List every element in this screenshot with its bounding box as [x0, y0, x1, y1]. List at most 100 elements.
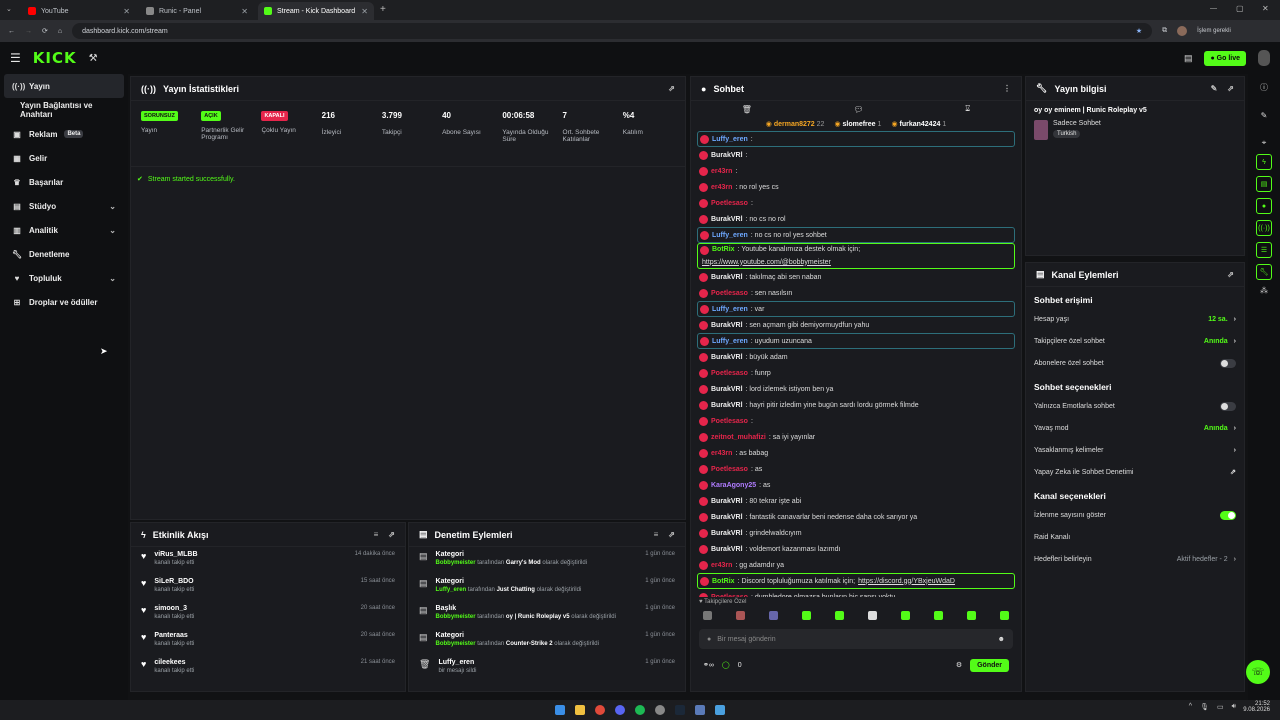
nav-item-reklam[interactable]: ▣ Reklam Beta: [0, 122, 128, 146]
chat-username[interactable]: er43rn: [711, 168, 732, 175]
emote-icon[interactable]: [736, 610, 745, 620]
forward-icon[interactable]: →: [25, 28, 32, 35]
reload-icon[interactable]: ⟳: [42, 27, 48, 35]
activity-user[interactable]: viRus_MLBB: [154, 551, 197, 558]
file-explorer-icon[interactable]: [575, 705, 585, 715]
setting-row[interactable]: Yapay Zeka ile Sohbet Denetimi ⇗: [1026, 461, 1244, 483]
steam-icon[interactable]: [675, 705, 685, 715]
gifter-chip[interactable]: ◉ furkan42424 1: [891, 120, 946, 128]
chat-username[interactable]: Luffy_eren: [712, 306, 748, 313]
chat-support-button[interactable]: ☏: [1246, 660, 1270, 684]
chat-username[interactable]: BurakVRl: [711, 216, 743, 223]
moderation-actor[interactable]: Luffy_eren: [436, 587, 467, 593]
link-icon[interactable]: ⚭∞: [703, 661, 714, 669]
setting-row[interactable]: Raid Kanalı: [1026, 526, 1244, 548]
toggle-switch[interactable]: [1220, 401, 1236, 411]
setting-row[interactable]: Takipçilere özel sohbet Anında ›: [1026, 330, 1244, 352]
crosshair-icon[interactable]: ⌖: [1248, 138, 1280, 148]
network-icon[interactable]: ▭: [1217, 703, 1224, 711]
emote-icon[interactable]: [1000, 610, 1009, 620]
chat-username[interactable]: zeitnot_muhafizi: [711, 434, 766, 441]
send-button[interactable]: Gönder: [970, 658, 1009, 672]
chat-username[interactable]: BotRix: [712, 578, 735, 585]
hourglass-icon[interactable]: ⌛︎: [965, 104, 970, 114]
emote-icon[interactable]: [934, 610, 943, 620]
filter-icon[interactable]: ≡: [654, 530, 659, 539]
setting-row[interactable]: Yalnızca Emotlarla sohbet: [1026, 395, 1244, 417]
bookmark-star-icon[interactable]: ★: [1136, 27, 1142, 35]
toggle-switch[interactable]: [1220, 358, 1236, 368]
broadcast-icon[interactable]: ((·)): [1256, 220, 1272, 236]
minimize-icon[interactable]: —: [1210, 5, 1217, 12]
moderation-actor[interactable]: Bobbymeister: [436, 614, 476, 620]
more-vertical-icon[interactable]: ⋮: [1003, 84, 1011, 93]
list-icon[interactable]: ☰: [1256, 242, 1272, 258]
chat-username[interactable]: BurakVRl: [711, 514, 743, 521]
close-icon[interactable]: ✕: [361, 7, 368, 16]
activity-user[interactable]: cileekees: [154, 659, 194, 666]
chevron-up-icon[interactable]: ^: [1189, 703, 1192, 711]
setting-row[interactable]: Yasaklanmış kelimeler ›: [1026, 439, 1244, 461]
chat-username[interactable]: BurakVRl: [711, 386, 743, 393]
chat-username[interactable]: Poetlesaso: [711, 370, 748, 377]
moderation-actor[interactable]: Bobbymeister: [436, 560, 476, 566]
close-icon[interactable]: ✕: [241, 7, 248, 16]
trash-icon[interactable]: 🗑︎: [742, 105, 752, 114]
filter-icon[interactable]: ≡: [374, 530, 379, 539]
chat-link[interactable]: https://www.youtube.com/@bobbymeister: [700, 259, 1012, 266]
emote-icon[interactable]: [769, 610, 778, 620]
nav-item-studyo[interactable]: ▤ Stüdyo ⌄: [0, 194, 128, 218]
emoji-icon[interactable]: ☻: [998, 636, 1005, 643]
chat-username[interactable]: BurakVRl: [711, 498, 743, 505]
new-tab-icon[interactable]: +: [380, 4, 386, 15]
home-icon[interactable]: ⌂: [58, 28, 62, 35]
chat-username[interactable]: Poetlesaso: [711, 200, 748, 207]
moderation-actor[interactable]: Bobbymeister: [436, 641, 476, 647]
activity-user[interactable]: SiLeR_BDO: [154, 578, 194, 585]
chat-username[interactable]: BurakVRl: [711, 402, 743, 409]
chat-link[interactable]: https://discord.gg/YBxjeuWdaD: [858, 578, 955, 585]
back-icon[interactable]: ←: [8, 28, 15, 35]
nav-item-yayin[interactable]: ((·)) Yayın: [4, 74, 124, 98]
chat-username[interactable]: BurakVRl: [711, 530, 743, 537]
chat-bubble-icon[interactable]: ●: [1256, 198, 1272, 214]
chat-username[interactable]: BurakVRl: [711, 152, 743, 159]
popout-icon[interactable]: ⇗: [668, 530, 675, 539]
popout-icon[interactable]: ⇗: [1227, 270, 1234, 279]
popout-icon[interactable]: ⇗: [668, 84, 675, 93]
spotify-icon[interactable]: [635, 705, 645, 715]
chat-username[interactable]: BurakVRl: [711, 322, 743, 329]
chat-username[interactable]: Luffy_eren: [712, 338, 748, 345]
edit-pencil-icon[interactable]: ✎: [1211, 84, 1218, 93]
chat-username[interactable]: BurakVRl: [711, 274, 743, 281]
clock[interactable]: 21:52 9.08.2026: [1243, 701, 1270, 713]
emote-icon[interactable]: [703, 610, 712, 620]
nav-item-droplar[interactable]: ⊞ Droplar ve ödüller: [0, 290, 128, 314]
chat-username[interactable]: KaraAgony25: [711, 482, 756, 489]
chat-username[interactable]: Poetlesaso: [711, 594, 748, 598]
chat-username[interactable]: er43rn: [711, 562, 732, 569]
avatar[interactable]: [1177, 26, 1188, 36]
extensions-icon[interactable]: ⧉: [1162, 27, 1167, 35]
chrome-icon[interactable]: [595, 705, 605, 715]
kick-logo[interactable]: KICK: [33, 49, 77, 67]
activity-user[interactable]: Panteraas: [154, 632, 194, 639]
url-field[interactable]: dashboard.kick.com/stream ★: [72, 23, 1153, 39]
window-close-icon[interactable]: ✕: [1262, 4, 1269, 13]
app-icon[interactable]: [715, 705, 725, 715]
emote-icon[interactable]: [835, 610, 844, 620]
chat-username[interactable]: Poetlesaso: [711, 466, 748, 473]
chat-username[interactable]: Luffy_eren: [712, 232, 748, 239]
nav-item-topluluk[interactable]: ♥ Topluluk ⌄: [0, 266, 128, 290]
chat-username[interactable]: BotRix: [712, 246, 735, 253]
tab-search-icon[interactable]: ⌄: [6, 5, 12, 13]
hammer-icon[interactable]: ⚒: [89, 53, 98, 64]
hamburger-menu-icon[interactable]: ☰: [10, 51, 21, 65]
settings-gear-icon[interactable]: ⚙: [956, 661, 962, 669]
user-avatar[interactable]: [1258, 50, 1270, 66]
volume-icon[interactable]: 🔊︎: [1232, 703, 1236, 711]
activity-user[interactable]: simoon_3: [154, 605, 194, 612]
chat-username[interactable]: er43rn: [711, 450, 732, 457]
nav-item-basarilar[interactable]: ♛ Başarılar: [0, 170, 128, 194]
chat-username[interactable]: Luffy_eren: [712, 136, 748, 143]
